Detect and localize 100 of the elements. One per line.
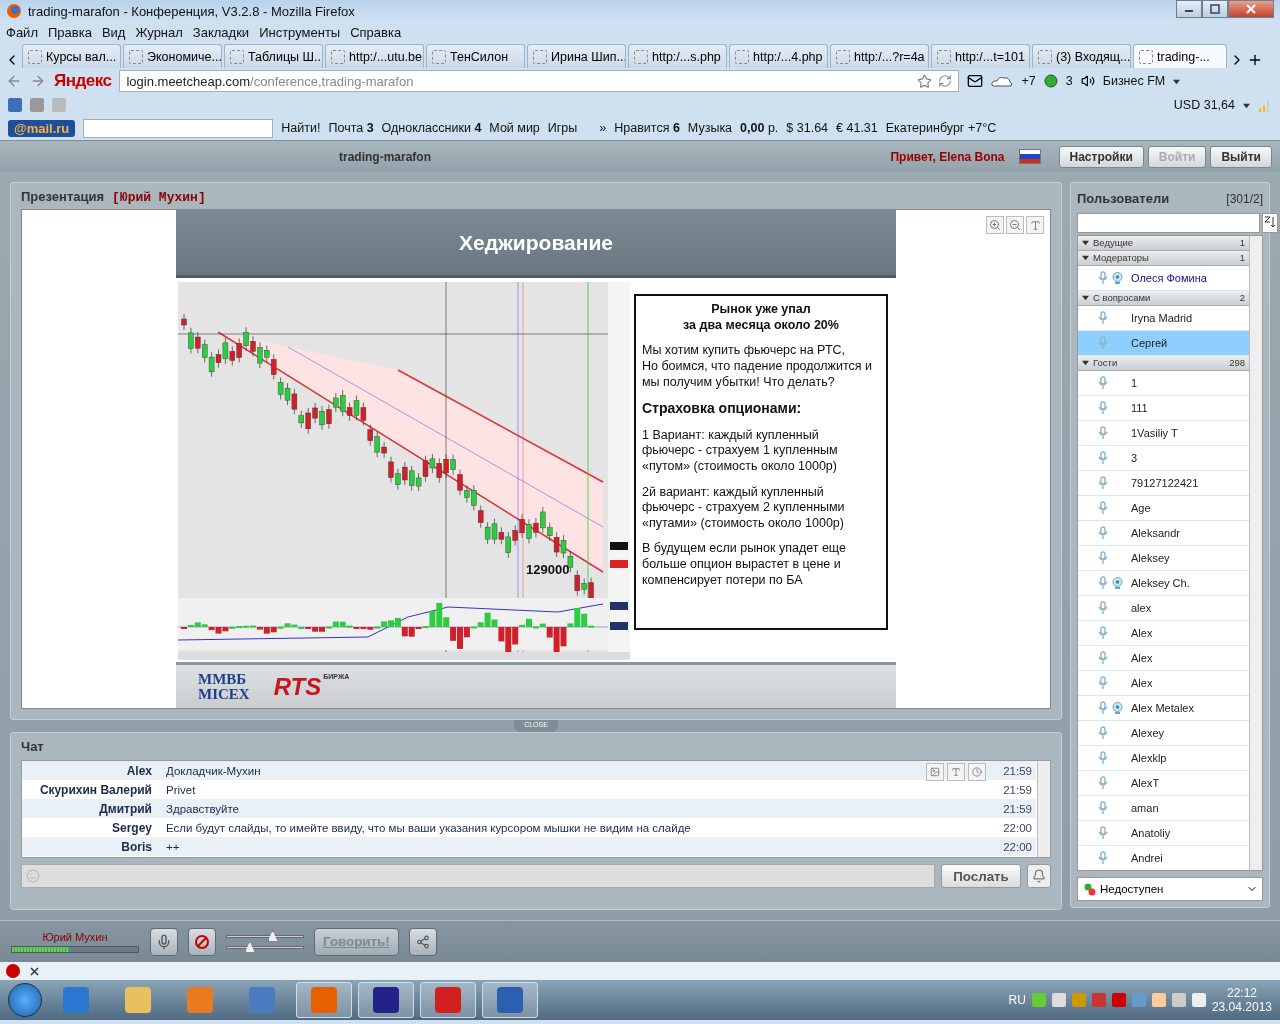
- status-dropdown[interactable]: Недоступен: [1077, 877, 1263, 901]
- user-name: alex: [1131, 601, 1152, 614]
- speaker-name: Юрий Мухин: [42, 930, 108, 943]
- user-name: Aleksey Ch.: [1131, 576, 1190, 589]
- user-name: 111: [1131, 401, 1148, 414]
- menu-item[interactable]: Справка: [350, 24, 402, 40]
- panel-title: Пользователи: [1077, 191, 1170, 207]
- browser-tab[interactable]: Ирина Шип...: [527, 44, 626, 68]
- language-indicator[interactable]: RU: [1008, 993, 1026, 1007]
- panel-title: Презентация: [21, 189, 105, 204]
- clock[interactable]: 22:12 23.04.2013: [1211, 985, 1272, 1015]
- user-name: Aleksandr: [1131, 526, 1180, 539]
- message-time: 21:59: [1002, 802, 1033, 815]
- browser-tab[interactable]: ТенСилон: [426, 44, 525, 68]
- slide-title: Хеджирование: [176, 210, 896, 278]
- user-name: Aleksey: [1131, 551, 1170, 564]
- panel-title: Чат: [21, 739, 45, 754]
- menu-item[interactable]: Вид: [101, 24, 126, 40]
- message-text: ++: [166, 840, 180, 853]
- toolbar-link[interactable]: $ 31.64: [786, 121, 829, 135]
- toolbar-link[interactable]: Почта 3: [328, 121, 374, 135]
- slide-paragraph: 2й вариант: каждый купленный фьючерс - страхуем 2 купленными «путами» (стоимость около 1000р): [642, 484, 846, 532]
- message-author: Alex: [125, 763, 152, 778]
- browser-tab[interactable]: Таблицы Ш...: [224, 44, 323, 68]
- message-text: Докладчик-Мухин: [166, 764, 261, 777]
- message-author: Boris: [120, 839, 152, 854]
- mail-logo[interactable]: @mail.ru: [8, 119, 76, 137]
- toolbar-link[interactable]: 0,00 р.: [740, 121, 779, 135]
- slide-paragraph: Мы хотим купить фьючерс на РТС, Но боимся, что падение продолжится и мы получим убытки! Что делать?: [642, 343, 873, 391]
- user-name: Alex: [1131, 676, 1153, 689]
- status-label: Недоступен: [1100, 883, 1164, 896]
- user-row[interactable]: Сергей: [1078, 330, 1249, 356]
- notification-widget[interactable]: 3: [1065, 74, 1073, 88]
- user-name: Iryna Madrid: [1131, 311, 1193, 324]
- logo-text: ММВБ: [198, 671, 248, 687]
- toolbar-link[interactable]: Одноклассники 4: [381, 121, 482, 135]
- weather-widget[interactable]: +7: [1021, 74, 1036, 88]
- message-time: 21:59: [1002, 764, 1033, 777]
- toolbar-link[interactable]: Нравится 6: [614, 121, 680, 135]
- browser-tab[interactable]: http:/...?r=4a: [830, 44, 929, 68]
- browser-tab[interactable]: trading-...: [1133, 44, 1227, 68]
- browser-tab[interactable]: (3) Входящ...: [1032, 44, 1131, 68]
- user-name: 1: [1131, 376, 1138, 389]
- browser-tab[interactable]: Курсы вал...: [22, 44, 121, 68]
- menu-item[interactable]: Закладки: [192, 24, 250, 40]
- user-name: Anatoliy: [1131, 826, 1171, 839]
- header-button[interactable]: Выйти: [1210, 145, 1272, 168]
- user-name: Alex: [1131, 651, 1153, 664]
- presenter-name: [Юрий Мухин]: [112, 190, 206, 205]
- price-label: 129000: [526, 562, 570, 577]
- browser-tab[interactable]: Экономиче...: [123, 44, 222, 68]
- group-header[interactable]: Ведущие 1: [1078, 235, 1249, 251]
- user-name: AlexT: [1131, 776, 1160, 789]
- user-name: Alex: [1131, 626, 1153, 639]
- message-time: 22:00: [1002, 840, 1033, 853]
- menu-item[interactable]: Правка: [47, 24, 92, 40]
- message-author: Sergey: [110, 820, 152, 835]
- radio-widget[interactable]: Бизнес FM: [1102, 74, 1166, 88]
- user-name: Andrei: [1131, 851, 1163, 864]
- user-name: 3: [1131, 451, 1138, 464]
- message-author: Скурихин Валерий: [38, 782, 152, 797]
- toolbar-link[interactable]: € 41.31: [836, 121, 878, 135]
- user-name: Alex Metalex: [1131, 701, 1194, 714]
- send-button[interactable]: Послать: [941, 864, 1021, 888]
- message-text: Здравствуйте: [166, 802, 239, 815]
- toolbar-link[interactable]: Музыка: [687, 121, 733, 135]
- header-button[interactable]: Настройки: [1058, 145, 1144, 168]
- browser-tab[interactable]: http:/...4.php: [729, 44, 828, 68]
- toolbar-link[interactable]: Мой мир: [489, 121, 540, 135]
- message-text: Privet: [166, 783, 196, 796]
- menu-item[interactable]: Инструменты: [259, 24, 341, 40]
- browser-tab[interactable]: http:/...s.php: [628, 44, 727, 68]
- user-name: Олеся Фомина: [1131, 271, 1207, 284]
- browser-tab[interactable]: http:/...t=101: [931, 44, 1030, 68]
- logo-text: RTS: [273, 672, 322, 701]
- currency-widget[interactable]: USD 31,64: [1173, 98, 1235, 112]
- message-author: Дмитрий: [98, 801, 152, 816]
- message-time: 22:00: [1002, 821, 1033, 834]
- menu-item[interactable]: Файл: [6, 24, 38, 40]
- user-name: Age: [1131, 501, 1151, 514]
- greeting-text: Привет, Elena Bona: [890, 149, 1005, 164]
- user-count: [301/2]: [1226, 191, 1263, 206]
- slide-paragraph: 1 Вариант: каждый купленный фьючерс - страхуем 1 купленным «путом» (стоимость около 1000р): [642, 427, 839, 475]
- overflow-button[interactable]: »: [599, 121, 607, 135]
- browser-tab[interactable]: http:/...utu.be: [325, 44, 424, 68]
- menu-item[interactable]: Журнал: [135, 24, 183, 40]
- user-name: Сергей: [1131, 336, 1168, 349]
- toolbar-link[interactable]: Игры: [547, 121, 578, 135]
- user-name: 1Vasiliy T: [1131, 426, 1178, 439]
- user-name: Alexey: [1131, 726, 1165, 739]
- search-button[interactable]: Найти!: [281, 121, 321, 135]
- address-bar[interactable]: login.meetcheap.com/conference,trading-marafon: [119, 70, 960, 92]
- slide-paragraph: В будущем если рынок упадет еще больше опцион вырастет в цене и компенсирует потери по БА: [642, 541, 847, 589]
- search-engine-logo[interactable]: Яндекс: [54, 71, 112, 91]
- toolbar-link[interactable]: Екатеринбург +7°C: [885, 121, 997, 135]
- conference-title: trading-marafon: [338, 149, 432, 164]
- user-name: 79127122421: [1131, 476, 1199, 489]
- logo-text: MICEX: [198, 686, 250, 702]
- slide-paragraph: Страховка опционами:: [642, 400, 803, 418]
- message-text: Если будут слайды, то имейте ввиду, что мы ваши указания курсором мышки не видим на слайде: [166, 821, 691, 834]
